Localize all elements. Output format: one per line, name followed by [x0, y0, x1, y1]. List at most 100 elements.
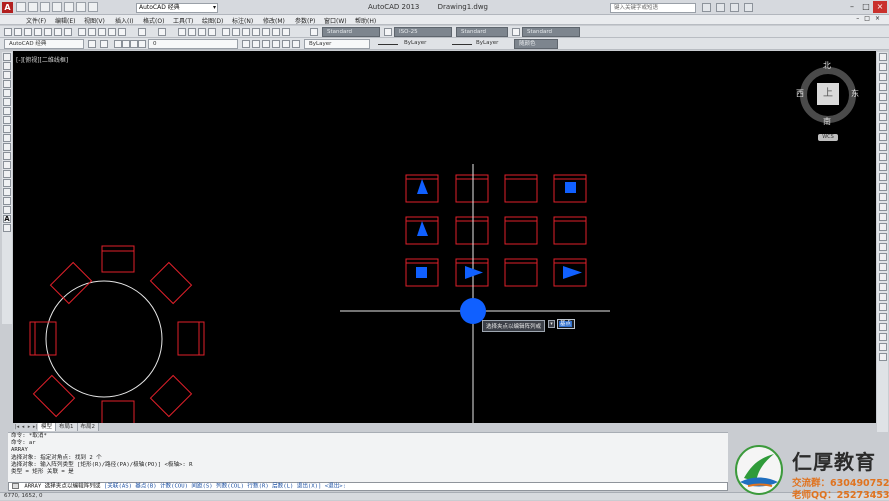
lineweight-control-select[interactable]: ByLayer: [472, 39, 512, 49]
text-style-select[interactable]: Standard: [322, 27, 380, 37]
publish-icon[interactable]: [54, 28, 62, 36]
line-icon[interactable]: [3, 53, 11, 61]
color-control-select[interactable]: ByLayer: [304, 39, 370, 49]
scale-icon[interactable]: [879, 123, 887, 131]
help-toolbar-icon[interactable]: [282, 28, 290, 36]
qnew-icon[interactable]: [4, 28, 12, 36]
maximize-button[interactable]: □: [859, 1, 873, 13]
snap-intersection-icon[interactable]: [879, 253, 887, 261]
block-editor-icon[interactable]: [118, 28, 126, 36]
dim-style-select[interactable]: ISO-25: [394, 27, 452, 37]
pan-icon[interactable]: [178, 28, 186, 36]
menu-modify[interactable]: 修改(M): [263, 16, 285, 25]
dim-style-icon[interactable]: [384, 28, 392, 36]
circle-icon[interactable]: [3, 107, 11, 115]
markup-icon[interactable]: [262, 28, 270, 36]
close-button[interactable]: ×: [873, 1, 887, 13]
text-style-icon[interactable]: [310, 28, 318, 36]
layer-select[interactable]: 0: [148, 39, 238, 49]
menu-help[interactable]: 帮助(H): [355, 16, 376, 25]
offset-icon[interactable]: [879, 83, 887, 91]
polygon-icon[interactable]: [3, 80, 11, 88]
menu-draw[interactable]: 绘图(D): [202, 16, 223, 25]
light-bulb-icon[interactable]: [114, 40, 122, 48]
workspace-settings-icon[interactable]: [88, 40, 96, 48]
tool-palettes-icon[interactable]: [242, 28, 250, 36]
properties-icon[interactable]: [222, 28, 230, 36]
menu-insert[interactable]: 插入(I): [115, 16, 133, 25]
snap-nearest-icon[interactable]: [879, 333, 887, 341]
insert-block-icon[interactable]: [3, 152, 11, 160]
snap-midpoint-icon[interactable]: [879, 243, 887, 251]
copy-object-icon[interactable]: [879, 63, 887, 71]
add-selected-icon[interactable]: [3, 224, 11, 232]
snap-endpoint-icon[interactable]: [879, 233, 887, 241]
menu-edit[interactable]: 编辑(E): [55, 16, 75, 25]
menu-dimension[interactable]: 标注(N): [232, 16, 253, 25]
undo-icon[interactable]: [76, 2, 86, 12]
make-current-layer-icon[interactable]: [242, 40, 250, 48]
viewcube-west[interactable]: 西: [796, 88, 804, 99]
revision-cloud-icon[interactable]: [3, 116, 11, 124]
redo-toolbar-icon[interactable]: [158, 28, 166, 36]
color-swatch-icon[interactable]: [138, 40, 146, 48]
match-properties-icon[interactable]: [108, 28, 116, 36]
paste-icon[interactable]: [98, 28, 106, 36]
snap-quadrant-icon[interactable]: [879, 273, 887, 281]
trim-icon[interactable]: [879, 143, 887, 151]
sheet-set-icon[interactable]: [252, 28, 260, 36]
blend-curves-icon[interactable]: [879, 213, 887, 221]
layer-isolate-icon[interactable]: [272, 40, 280, 48]
arc-icon[interactable]: [3, 98, 11, 106]
rectangle-icon[interactable]: [3, 89, 11, 97]
sign-in-icon[interactable]: [716, 3, 725, 12]
extend-icon[interactable]: [879, 153, 887, 161]
autocad-logo-icon[interactable]: A: [2, 2, 13, 13]
document-window-controls[interactable]: –□×: [856, 15, 885, 22]
sun-icon[interactable]: [122, 40, 130, 48]
table-icon[interactable]: [3, 206, 11, 214]
menu-tools[interactable]: 工具(T): [173, 16, 193, 25]
workspace-selector[interactable]: AutoCAD 经典 ▾: [136, 3, 218, 13]
coordinate-readout[interactable]: 6770, 1652, 0: [4, 493, 43, 499]
command-options[interactable]: [关联(AS) 基点(B) 计数(COU) 间距(S) 列数(COL) 行数(R…: [104, 484, 346, 490]
rotate-icon[interactable]: [879, 113, 887, 121]
break-at-point-icon[interactable]: [879, 163, 887, 171]
erase-icon[interactable]: [879, 53, 887, 61]
break-icon[interactable]: [879, 173, 887, 181]
multileader-style-icon[interactable]: [512, 28, 520, 36]
snap-none-icon[interactable]: [879, 343, 887, 351]
viewcube-east[interactable]: 东: [851, 88, 859, 99]
3d-print-icon[interactable]: [64, 28, 72, 36]
ellipse-icon[interactable]: [3, 134, 11, 142]
ellipse-arc-icon[interactable]: [3, 143, 11, 151]
snap-center-icon[interactable]: [879, 263, 887, 271]
save-file-icon[interactable]: [24, 28, 32, 36]
viewcube-north[interactable]: 北: [823, 60, 831, 71]
viewcube-south[interactable]: 南: [823, 116, 831, 127]
menu-window[interactable]: 窗口(W): [324, 16, 347, 25]
multileader-style-select[interactable]: Standard: [522, 27, 580, 37]
snap-insert-icon[interactable]: [879, 313, 887, 321]
search-icon[interactable]: [702, 3, 711, 12]
lock-icon[interactable]: [130, 40, 138, 48]
tab-layout1[interactable]: 布局1: [56, 423, 78, 431]
gradient-icon[interactable]: [3, 188, 11, 196]
layer-freeze-icon[interactable]: [292, 40, 300, 48]
linetype-control-select[interactable]: ByLayer: [400, 39, 446, 49]
point-icon[interactable]: [3, 170, 11, 178]
save-as-icon[interactable]: [52, 2, 62, 12]
explode-icon[interactable]: [879, 223, 887, 231]
new-icon[interactable]: [16, 2, 26, 12]
help-search-input[interactable]: 键入关键字或短语: [610, 3, 696, 13]
undo-toolbar-icon[interactable]: [138, 28, 146, 36]
command-line-input[interactable]: ARRAY 选择夹点以编辑阵列或 [关联(AS) 基点(B) 计数(COU) 间…: [8, 482, 728, 491]
layer-states-icon[interactable]: [262, 40, 270, 48]
print-icon[interactable]: [34, 28, 42, 36]
menu-view[interactable]: 视图(V): [84, 16, 105, 25]
redo-icon[interactable]: [88, 2, 98, 12]
quickcalc-icon[interactable]: [272, 28, 280, 36]
layer-manager-icon[interactable]: [100, 40, 108, 48]
cut-icon[interactable]: [78, 28, 86, 36]
menu-format[interactable]: 格式(O): [143, 16, 164, 25]
